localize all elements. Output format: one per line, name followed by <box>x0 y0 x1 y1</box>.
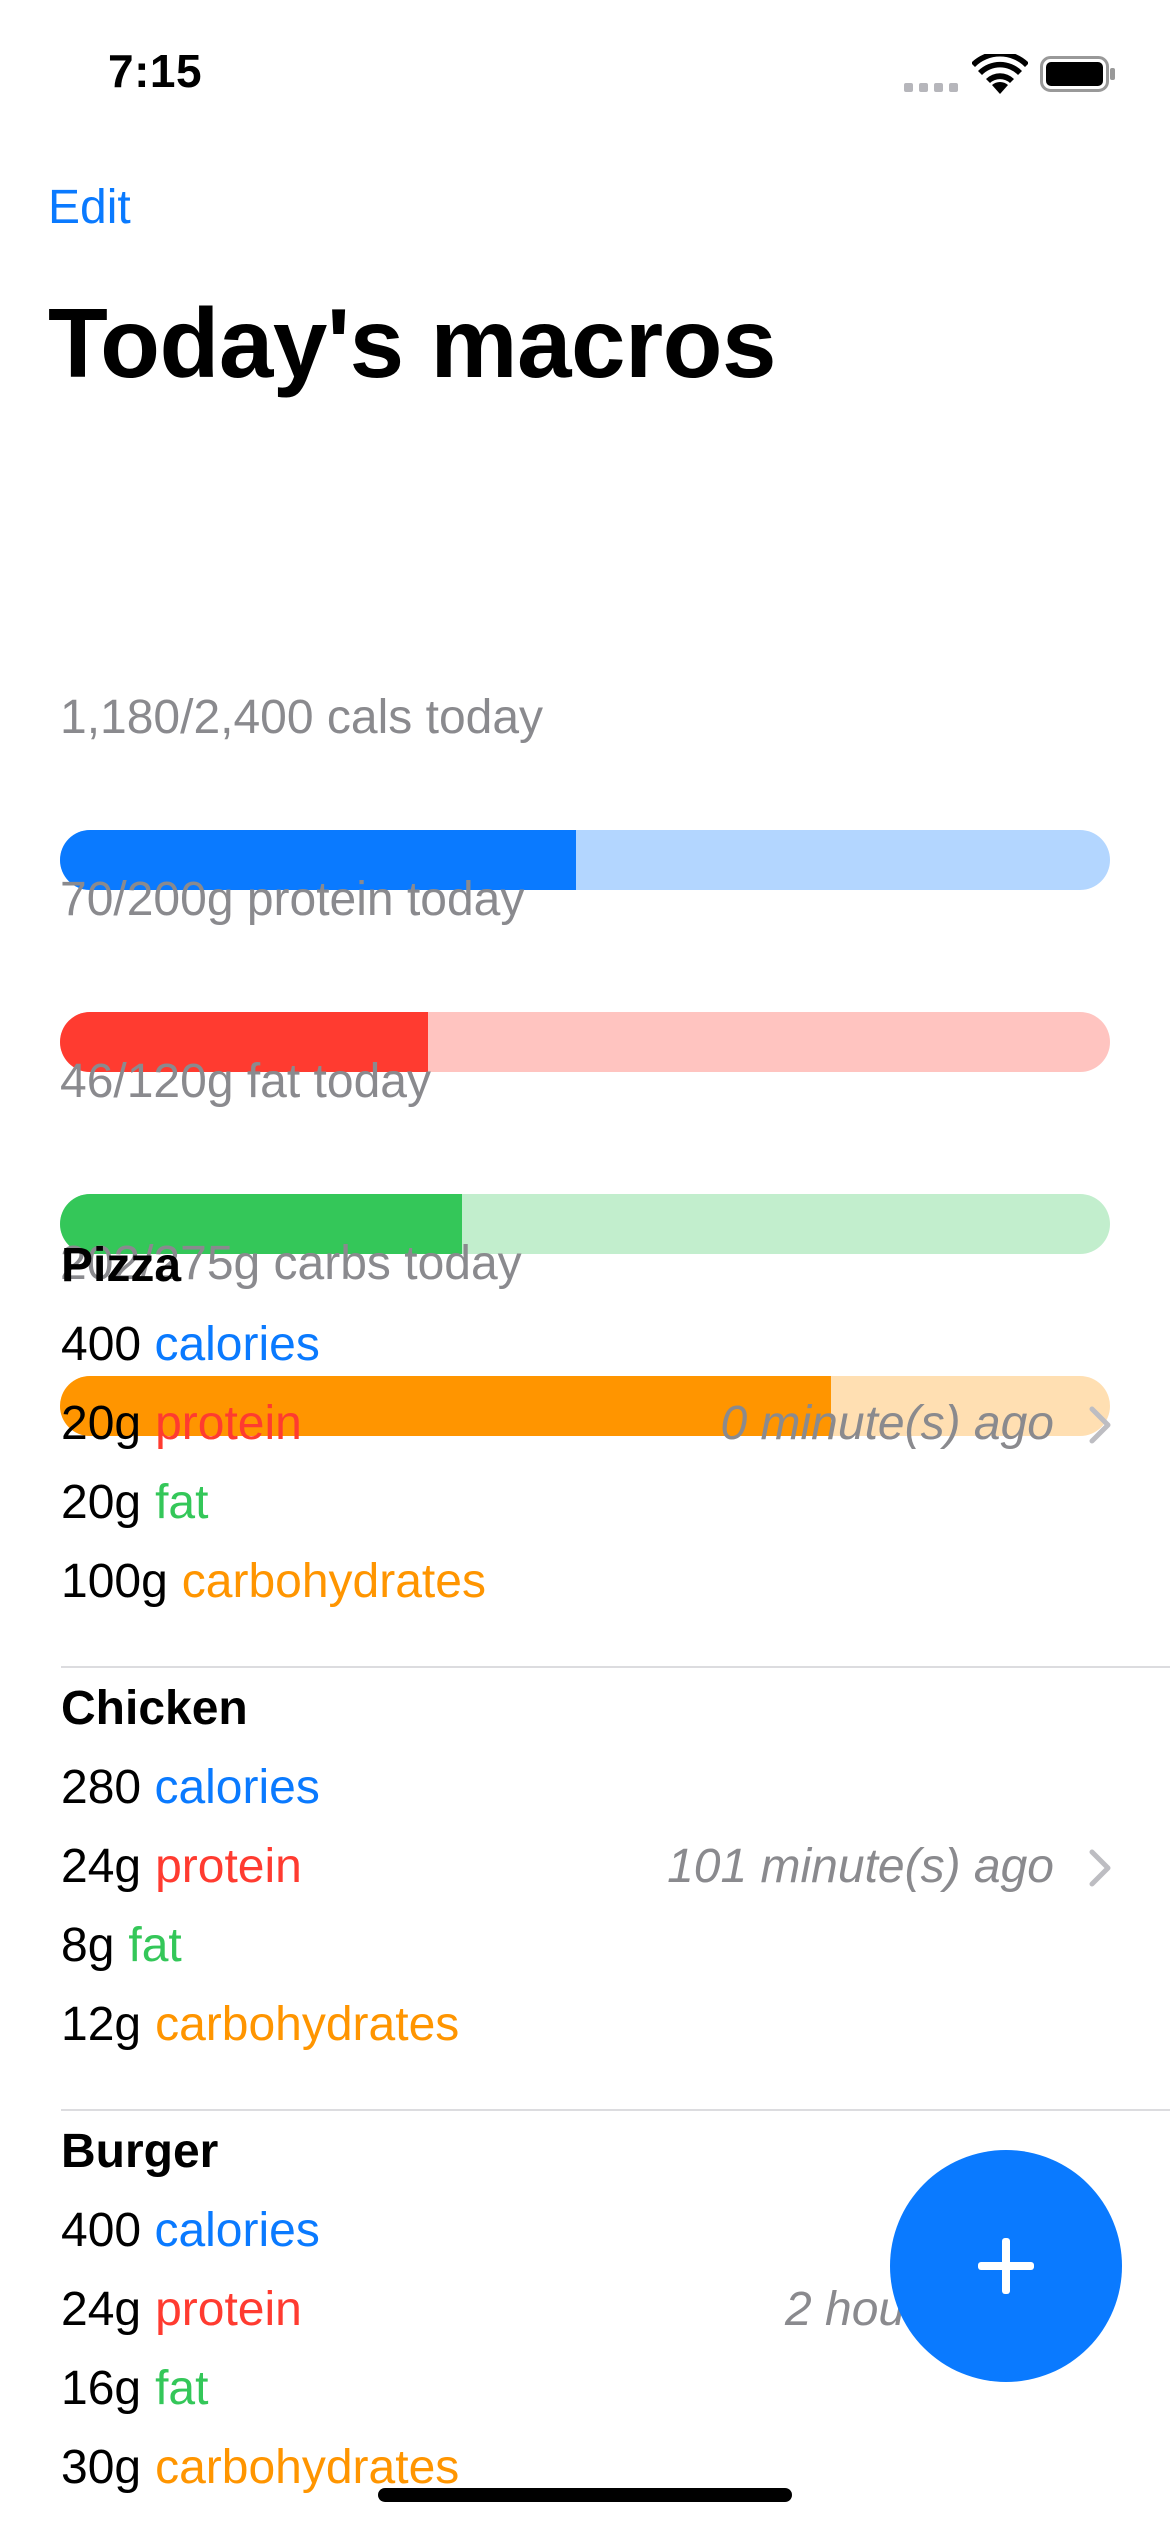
carbs-label: carbohydrates <box>155 2441 460 2494</box>
meal-time-ago: 0 minute(s) ago <box>720 1397 1055 1450</box>
carbs-label: carbohydrates <box>155 1998 460 2051</box>
meal-row[interactable]: Chicken 280 calories 24g protein 8g fat 12… <box>0 1668 1170 2111</box>
carbs-value: 30g <box>61 2441 142 2494</box>
calories-progress-label: 1,180/2,400 cals today <box>60 691 544 744</box>
chevron-right-icon <box>1089 1406 1111 1444</box>
calories-value: 280 <box>61 1761 142 1814</box>
battery-icon <box>1040 56 1115 92</box>
status-bar: 7:15 <box>0 0 1170 150</box>
meal-time-ago: 101 minute(s) ago <box>667 1840 1054 1893</box>
meal-carbs: 100g carbohydrates <box>61 1551 486 1613</box>
meal-calories: 280 calories <box>61 1757 320 1819</box>
protein-progress-label: 70/200g protein today <box>60 873 525 926</box>
protein-value: 20g <box>61 1397 142 1450</box>
calories-label: calories <box>154 1761 320 1814</box>
calories-label: calories <box>154 2204 320 2257</box>
fat-label: fat <box>155 1476 209 1529</box>
meal-calories: 400 calories <box>61 1314 320 1376</box>
meal-time-ago: 2 hou <box>785 2283 906 2336</box>
calories-value: 400 <box>61 2204 142 2257</box>
calories-label: calories <box>154 1318 320 1371</box>
wifi-icon <box>972 54 1028 94</box>
fat-value: 16g <box>61 2362 142 2415</box>
meal-carbs: 12g carbohydrates <box>61 1994 459 2056</box>
meal-name: Chicken <box>61 1682 248 1735</box>
fat-value: 20g <box>61 1476 142 1529</box>
meal-row[interactable]: Pizza 400 calories 20g protein 20g fat 100… <box>0 1225 1170 1668</box>
meal-fat: 8g fat <box>61 1915 182 1977</box>
meal-fat: 16g fat <box>61 2358 208 2420</box>
cellular-signal-icon <box>904 80 958 92</box>
meal-protein: 24g protein <box>61 1836 302 1898</box>
protein-value: 24g <box>61 1840 142 1893</box>
meal-name: Burger <box>61 2125 219 2178</box>
page-title: Today's macros <box>48 288 777 398</box>
fat-progress-label: 46/120g fat today <box>60 1055 431 1108</box>
protein-label: protein <box>155 2283 302 2336</box>
meal-protein: 20g protein <box>61 1393 302 1455</box>
chevron-right-icon <box>1089 1849 1111 1887</box>
carbs-value: 100g <box>61 1555 168 1608</box>
meal-name: Pizza <box>61 1239 182 1292</box>
edit-button[interactable]: Edit <box>48 180 131 235</box>
plus-icon <box>978 2238 1034 2294</box>
protein-label: protein <box>155 1840 302 1893</box>
meal-calories: 400 calories <box>61 2200 320 2262</box>
protein-label: protein <box>155 1397 302 1450</box>
fat-label: fat <box>155 2362 209 2415</box>
fat-label: fat <box>128 1919 182 1972</box>
home-indicator <box>378 2488 792 2502</box>
meal-protein: 24g protein <box>61 2279 302 2341</box>
carbs-value: 12g <box>61 1998 142 2051</box>
fat-value: 8g <box>61 1919 115 1972</box>
status-time: 7:15 <box>108 45 203 97</box>
app-screen: 7:15 Edit Today's macros 1,180/2,400 cal… <box>0 0 1170 2532</box>
add-meal-button[interactable] <box>890 2150 1122 2382</box>
calories-value: 400 <box>61 1318 142 1371</box>
protein-value: 24g <box>61 2283 142 2336</box>
carbs-label: carbohydrates <box>181 1555 486 1608</box>
meal-fat: 20g fat <box>61 1472 208 1534</box>
